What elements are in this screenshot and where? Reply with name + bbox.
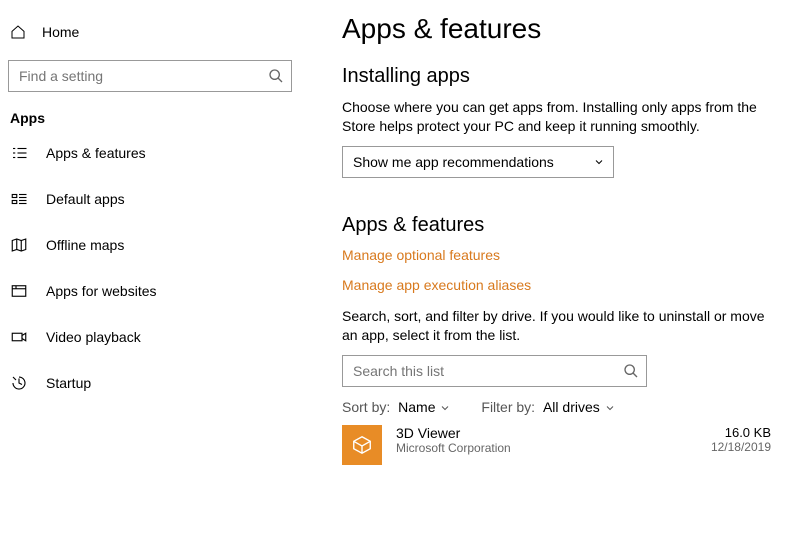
nav-default-apps[interactable]: Default apps xyxy=(0,176,300,222)
nav-label: Default apps xyxy=(46,191,125,207)
apps-websites-icon xyxy=(10,282,28,300)
sort-label: Sort by: xyxy=(342,399,390,415)
find-setting-search[interactable] xyxy=(8,60,292,92)
sort-filter-bar: Sort by: Name Filter by: All drives xyxy=(342,399,771,415)
startup-icon xyxy=(10,374,28,392)
dropdown-value: Show me app recommendations xyxy=(353,154,554,170)
nav-label: Video playback xyxy=(46,329,141,345)
cube-icon xyxy=(351,434,373,456)
nav-apps-websites[interactable]: Apps for websites xyxy=(0,268,300,314)
page-title: Apps & features xyxy=(342,13,771,45)
installing-apps-heading: Installing apps xyxy=(342,65,771,88)
app-meta: 16.0 KB 12/18/2019 xyxy=(711,425,771,454)
chevron-down-icon xyxy=(604,402,616,414)
manage-optional-features-link[interactable]: Manage optional features xyxy=(342,247,771,263)
search-list-wrap[interactable] xyxy=(342,355,647,387)
app-size: 16.0 KB xyxy=(711,425,771,440)
app-source-dropdown[interactable]: Show me app recommendations xyxy=(342,146,614,178)
sort-by-control[interactable]: Sort by: Name xyxy=(342,399,451,415)
app-name: 3D Viewer xyxy=(396,425,697,441)
installing-apps-text: Choose where you can get apps from. Inst… xyxy=(342,98,771,136)
nav-label: Apps & features xyxy=(46,145,146,161)
home-icon xyxy=(10,24,26,40)
app-info: 3D Viewer Microsoft Corporation xyxy=(396,425,697,455)
search-list-input[interactable] xyxy=(342,355,647,387)
sort-value: Name xyxy=(398,399,435,415)
filter-value: All drives xyxy=(543,399,600,415)
app-icon-3d-viewer xyxy=(342,425,382,465)
chevron-down-icon xyxy=(593,156,605,168)
section-title-apps: Apps xyxy=(10,110,300,126)
nav-video-playback[interactable]: Video playback xyxy=(0,314,300,360)
left-pane: Home Apps Apps & features Default apps O… xyxy=(0,0,300,554)
home-button[interactable]: Home xyxy=(0,16,300,48)
apps-features-heading: Apps & features xyxy=(342,214,771,237)
find-setting-input[interactable] xyxy=(8,60,292,92)
filter-by-control[interactable]: Filter by: All drives xyxy=(481,399,615,415)
chevron-down-icon xyxy=(439,402,451,414)
manage-app-execution-aliases-link[interactable]: Manage app execution aliases xyxy=(342,277,771,293)
app-publisher: Microsoft Corporation xyxy=(396,441,697,455)
offline-maps-icon xyxy=(10,236,28,254)
search-icon xyxy=(623,363,639,379)
filter-label: Filter by: xyxy=(481,399,535,415)
search-help-text: Search, sort, and filter by drive. If yo… xyxy=(342,307,771,345)
nav-apps-features[interactable]: Apps & features xyxy=(0,130,300,176)
nav-label: Apps for websites xyxy=(46,283,157,299)
nav-offline-maps[interactable]: Offline maps xyxy=(0,222,300,268)
search-icon xyxy=(268,68,284,84)
app-list-item[interactable]: 3D Viewer Microsoft Corporation 16.0 KB … xyxy=(342,425,771,465)
home-label: Home xyxy=(42,24,79,40)
nav-label: Startup xyxy=(46,375,91,391)
video-playback-icon xyxy=(10,328,28,346)
nav-startup[interactable]: Startup xyxy=(0,360,300,406)
apps-features-icon xyxy=(10,144,28,162)
right-pane: Apps & features Installing apps Choose w… xyxy=(300,0,795,554)
default-apps-icon xyxy=(10,190,28,208)
app-date: 12/18/2019 xyxy=(711,440,771,454)
nav-label: Offline maps xyxy=(46,237,124,253)
